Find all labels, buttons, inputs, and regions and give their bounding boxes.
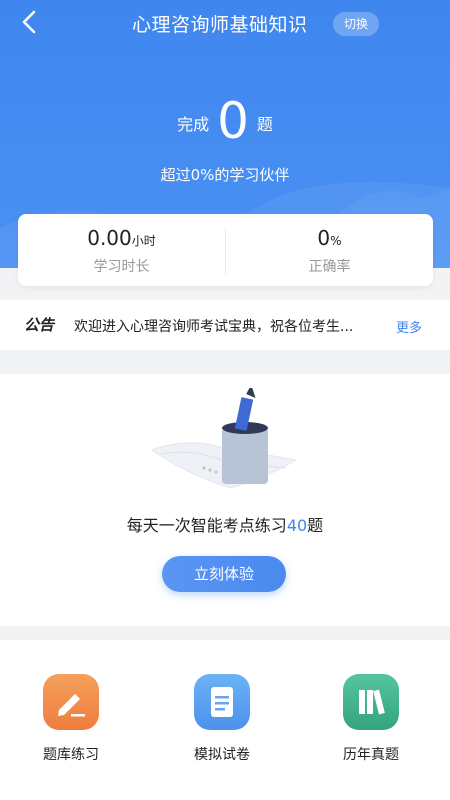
menu-label-past-exams: 历年真题 <box>343 747 399 763</box>
daily-practice-count: 40 <box>286 516 308 535</box>
notice-bar[interactable]: 公告 欢迎进入心理咨询师考试宝典，祝各位考生... 更多 <box>0 300 450 350</box>
completed-number: 0 <box>217 92 249 150</box>
pencil-cup-illustration <box>150 388 298 489</box>
pencil-icon <box>43 674 99 730</box>
books-icon <box>343 674 399 730</box>
completed-prefix: 完成 <box>177 115 210 134</box>
study-time-value: 0.00 <box>87 226 132 250</box>
beat-peers-text: 超过0%的学习伙伴 <box>160 166 290 184</box>
accuracy-stat: 0% 正确率 <box>226 214 433 286</box>
top-bar: 心理咨询师基础知识 切换 <box>0 0 450 46</box>
completed-suffix: 题 <box>256 115 273 134</box>
notice-text[interactable]: 欢迎进入心理咨询师考试宝典，祝各位考生... <box>74 316 394 336</box>
menu-label-question-bank: 题库练习 <box>43 747 99 763</box>
menu-item-mock-exam[interactable]: 模拟试卷 <box>162 674 282 764</box>
study-time-label: 学习时长 <box>93 259 150 275</box>
menu-item-past-exams[interactable]: 历年真题 <box>311 674 431 764</box>
accuracy-value: 0 <box>317 226 331 250</box>
function-menu: 题库练习 模拟试卷 历年真题 <box>0 640 450 800</box>
daily-practice-card: 每天一次智能考点练习40题 立刻体验 <box>0 374 450 626</box>
daily-practice-text: 每天一次智能考点练习40题 <box>126 516 324 535</box>
menu-item-question-bank[interactable]: 题库练习 <box>11 674 131 764</box>
menu-label-mock-exam: 模拟试卷 <box>194 747 250 763</box>
study-time-unit: 小时 <box>131 234 156 248</box>
stats-card: 0.00小时 学习时长 0% 正确率 <box>18 214 433 286</box>
notice-tag: 公告 <box>24 316 55 334</box>
completed-count: 完成 0 题 <box>0 92 450 150</box>
accuracy-label: 正确率 <box>308 259 351 275</box>
notice-more-link[interactable]: 更多 <box>396 317 422 336</box>
page-title: 心理咨询师基础知识 <box>132 14 308 36</box>
study-time-stat: 0.00小时 学习时长 <box>18 214 225 286</box>
back-arrow-icon[interactable] <box>16 8 44 36</box>
switch-subject-button[interactable]: 切换 <box>333 12 379 36</box>
accuracy-unit: % <box>330 234 342 248</box>
test-paper-icon <box>194 674 250 730</box>
try-now-button[interactable]: 立刻体验 <box>162 556 286 592</box>
